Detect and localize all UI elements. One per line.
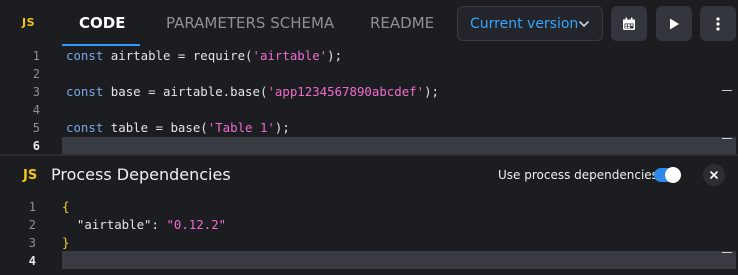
code-line[interactable]: 1{ xyxy=(0,198,738,216)
js-logo: JS xyxy=(22,16,36,29)
use-dependencies-label: Use process dependencies xyxy=(498,168,658,182)
line-number: 1 xyxy=(32,49,40,63)
scrollbar-marker xyxy=(722,90,732,91)
line-number: 4 xyxy=(32,103,40,117)
code-line[interactable]: 6 xyxy=(0,137,738,155)
line-number: 3 xyxy=(32,85,40,99)
code-editor[interactable]: 1 const airtable = require('airtable'); 2 3… xyxy=(0,46,738,154)
code-token: ); xyxy=(424,84,440,99)
code-token: const xyxy=(66,84,104,99)
toggle-knob xyxy=(665,167,681,183)
tab-code[interactable]: CODE xyxy=(79,14,125,32)
line-number: 6 xyxy=(32,139,40,153)
code-token: { xyxy=(62,199,70,214)
code-token: 'airtable' xyxy=(252,48,328,63)
tab-readme[interactable]: README xyxy=(370,14,434,32)
code-token: table = base( xyxy=(103,120,208,135)
code-line[interactable]: 4 xyxy=(0,252,738,270)
code-text: const airtable = require('airtable'); xyxy=(66,47,342,65)
use-dependencies-toggle[interactable] xyxy=(654,167,681,183)
schedule-button[interactable] xyxy=(611,6,647,41)
play-icon xyxy=(670,18,679,29)
panel-title: Process Dependencies xyxy=(51,165,231,184)
code-token: const xyxy=(66,48,104,63)
code-token: 'Table 1' xyxy=(207,120,275,135)
dependencies-editor[interactable]: 1{2 "airtable": "0.12.2" 3} 4 xyxy=(0,194,738,275)
editor-tab-bar: JS CODE PARAMETERS SCHEMA README Current… xyxy=(0,0,738,46)
code-line[interactable]: 5 const table = base('Table 1'); xyxy=(0,119,738,137)
more-options-button[interactable] xyxy=(700,6,736,41)
tab-parameters-schema[interactable]: PARAMETERS SCHEMA xyxy=(166,14,334,32)
code-token: ); xyxy=(327,48,343,63)
dependencies-panel-header: JS Process Dependencies Use process depe… xyxy=(0,156,738,194)
code-text: } xyxy=(62,234,69,252)
code-line[interactable]: 3} xyxy=(0,234,738,252)
js-logo: JS xyxy=(23,168,38,183)
code-text: const table = base('Table 1'); xyxy=(66,119,290,137)
code-token: const xyxy=(66,120,104,135)
code-token: "airtable": xyxy=(62,217,167,232)
code-token: base = airtable.base( xyxy=(103,84,268,99)
code-line[interactable]: 4 xyxy=(0,101,738,119)
scrollbar-marker xyxy=(722,138,732,139)
code-token: } xyxy=(62,235,70,250)
line-number: 3 xyxy=(28,236,36,250)
line-number: 2 xyxy=(32,67,40,81)
close-icon xyxy=(710,171,718,179)
code-text: { xyxy=(62,198,69,216)
code-token: airtable = require( xyxy=(103,48,253,63)
code-text: "airtable": "0.12.2" xyxy=(62,216,226,234)
scrollbar-marker xyxy=(722,252,732,253)
line-number: 1 xyxy=(28,200,36,214)
code-line[interactable]: 3 const base = airtable.base('app12345678… xyxy=(0,83,738,101)
chevron-down-icon xyxy=(579,21,589,27)
calendar-icon xyxy=(623,17,635,30)
code-token: 'app1234567890abcdef' xyxy=(267,84,425,99)
code-token: ); xyxy=(274,120,290,135)
code-line[interactable]: 2 xyxy=(0,65,738,83)
code-line[interactable]: 1 const airtable = require('airtable'); xyxy=(0,47,738,65)
code-line[interactable]: 2 "airtable": "0.12.2" xyxy=(0,216,738,234)
more-vertical-icon xyxy=(716,16,720,31)
line-number: 2 xyxy=(28,218,36,232)
code-token: "0.12.2" xyxy=(166,217,227,232)
version-select-value: Current version xyxy=(470,16,579,32)
line-number: 4 xyxy=(28,254,36,268)
code-text: const base = airtable.base('app123456789… xyxy=(66,83,439,101)
run-button[interactable] xyxy=(656,6,692,41)
version-select[interactable]: Current version xyxy=(457,6,603,41)
close-panel-button[interactable] xyxy=(703,164,725,186)
line-number: 5 xyxy=(32,121,40,135)
